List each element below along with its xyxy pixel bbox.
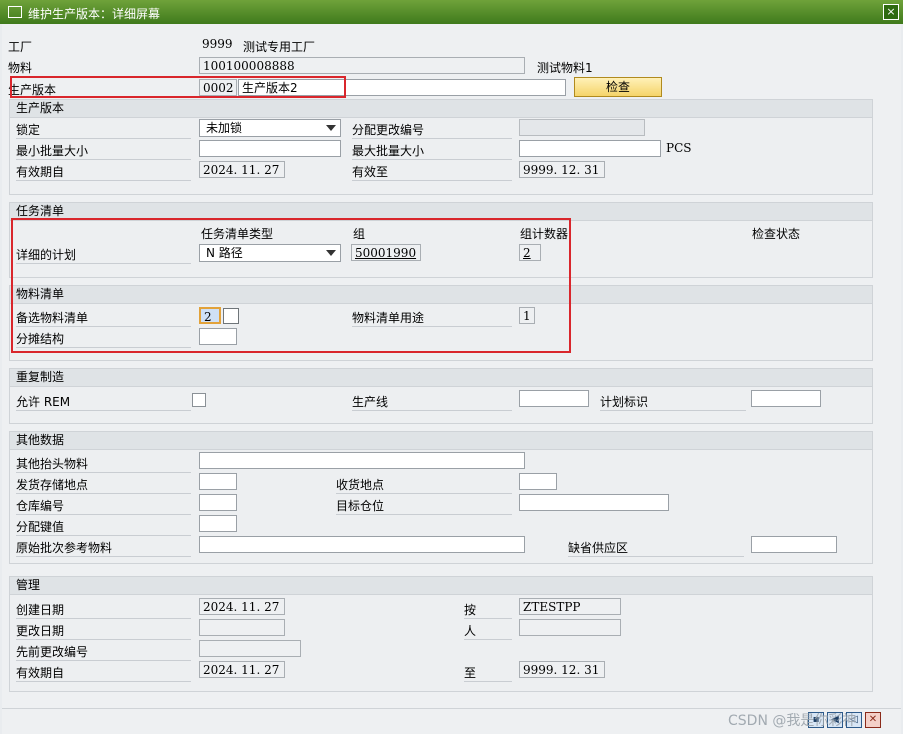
- lock-select[interactable]: 未加锁: [199, 119, 341, 137]
- valid-to-label: 有效至: [352, 163, 512, 181]
- allow-rem-label: 允许 REM: [16, 393, 191, 411]
- max-lot-field[interactable]: [519, 140, 661, 157]
- group-title: 管理: [10, 577, 872, 595]
- plan-id-label: 计划标识: [600, 393, 746, 411]
- receive-location-field[interactable]: [519, 473, 557, 490]
- changed-by-field[interactable]: [519, 619, 621, 636]
- main-pane: 工厂 9999 测试专用工厂 物料 100100008888 测试物料1 生产版…: [2, 24, 901, 734]
- prod-line-label: 生产线: [352, 393, 512, 411]
- min-lot-field[interactable]: [199, 140, 341, 157]
- max-lot-label: 最大批量大小: [352, 142, 512, 160]
- footer-divider: [2, 708, 901, 709]
- watermark: CSDN @我是你彩神: [728, 713, 857, 729]
- group-title: 其他数据: [10, 432, 872, 450]
- changed-by-label: 人: [464, 622, 512, 640]
- prev-change-label: 先前更改编号: [16, 643, 191, 661]
- change-no-label: 分配更改编号: [352, 121, 512, 139]
- allow-rem-checkbox[interactable]: [192, 393, 206, 407]
- lock-select-value: 未加锁: [206, 121, 243, 135]
- plant-label: 工厂: [8, 40, 33, 54]
- dist-key-field[interactable]: [199, 515, 237, 532]
- other-header-material-field[interactable]: [199, 452, 525, 469]
- orig-batch-field[interactable]: [199, 536, 525, 553]
- unit-label: PCS: [666, 141, 692, 155]
- window-icon: [8, 6, 22, 18]
- valid-to-field[interactable]: 9999. 12. 31: [519, 161, 605, 178]
- col-check-status: 检查状态: [752, 227, 801, 241]
- plan-id-field[interactable]: [751, 390, 821, 407]
- created-date-label: 创建日期: [16, 601, 191, 619]
- changed-date-label: 更改日期: [16, 622, 191, 640]
- admin-valid-to-field[interactable]: 9999. 12. 31: [519, 661, 605, 678]
- default-supply-field[interactable]: [751, 536, 837, 553]
- created-date-field[interactable]: 2024. 11. 27: [199, 598, 285, 615]
- orig-batch-label: 原始批次参考物料: [16, 539, 191, 557]
- plant-value: 9999: [202, 37, 233, 51]
- default-supply-label: 缺省供应区: [568, 539, 744, 557]
- cancel-icon[interactable]: ✕: [865, 712, 881, 728]
- created-by-label: 按: [464, 601, 512, 619]
- plant-desc: 测试专用工厂: [243, 40, 316, 54]
- change-no-field[interactable]: [519, 119, 645, 136]
- prev-change-field[interactable]: [199, 640, 301, 657]
- highlight-version: [10, 76, 346, 98]
- admin-valid-from-label: 有效期自: [16, 664, 191, 682]
- close-icon[interactable]: ×: [883, 4, 899, 20]
- window-title: 维护生产版本：详细屏幕: [28, 7, 161, 21]
- check-button[interactable]: 检查: [574, 77, 662, 97]
- admin-valid-to-label: 至: [464, 664, 512, 682]
- window-titlebar: 维护生产版本：详细屏幕 ×: [0, 0, 903, 24]
- min-lot-label: 最小批量大小: [16, 142, 191, 160]
- dest-bin-label: 目标仓位: [336, 497, 512, 515]
- highlight-task-bom: [11, 218, 571, 353]
- material-label: 物料: [8, 61, 33, 75]
- group-title: 生产版本: [10, 100, 872, 118]
- issue-storage-label: 发货存储地点: [16, 476, 191, 494]
- warehouse-no-label: 仓库编号: [16, 497, 191, 515]
- group-title: 重复制造: [10, 369, 872, 387]
- dist-key-label: 分配键值: [16, 518, 191, 536]
- material-desc: 测试物料1: [537, 61, 593, 75]
- created-by-field[interactable]: ZTESTPP: [519, 598, 621, 615]
- receive-location-label: 收货地点: [336, 476, 512, 494]
- warehouse-no-field[interactable]: [199, 494, 237, 511]
- lock-label: 锁定: [16, 121, 191, 139]
- valid-from-label: 有效期自: [16, 163, 191, 181]
- issue-storage-field[interactable]: [199, 473, 237, 490]
- changed-date-field[interactable]: [199, 619, 285, 636]
- prod-line-field[interactable]: [519, 390, 589, 407]
- chevron-down-icon: [326, 125, 336, 131]
- material-field[interactable]: 100100008888: [199, 57, 525, 74]
- valid-from-field[interactable]: 2024. 11. 27: [199, 161, 285, 178]
- admin-valid-from-field[interactable]: 2024. 11. 27: [199, 661, 285, 678]
- other-header-material-label: 其他抬头物料: [16, 455, 191, 473]
- dest-bin-field[interactable]: [519, 494, 669, 511]
